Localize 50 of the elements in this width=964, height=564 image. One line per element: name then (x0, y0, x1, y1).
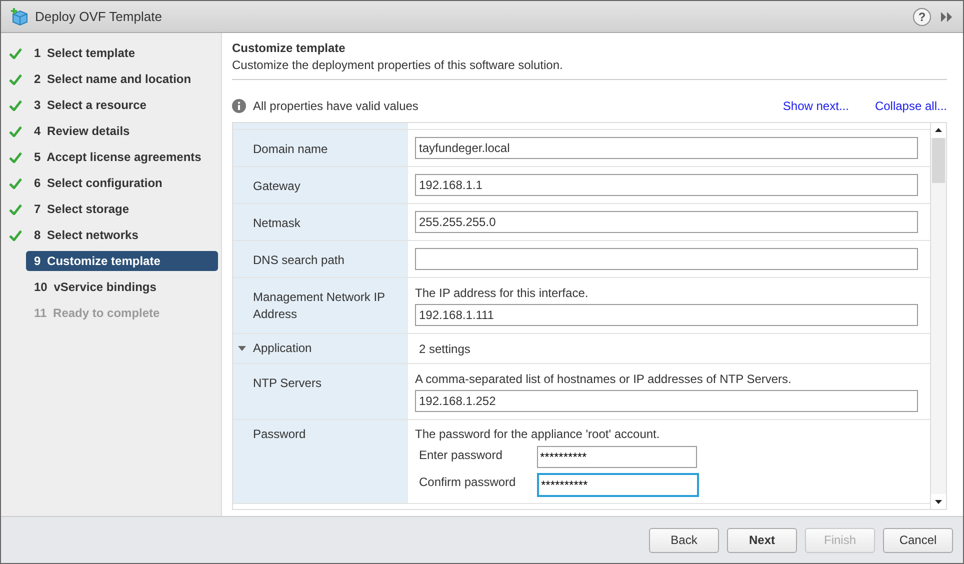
wizard-step[interactable]: 8 Select networks (26, 225, 218, 245)
scroll-up-icon[interactable] (931, 123, 946, 138)
wizard-step[interactable]: 9 Customize template (26, 251, 218, 271)
password-field[interactable]: ********** (537, 473, 699, 497)
property-label: NTP Servers (253, 375, 322, 392)
input-field[interactable]: 255.255.255.0 (415, 211, 918, 233)
input-field[interactable]: 192.168.1.1 (415, 174, 918, 196)
caret-icon[interactable] (238, 346, 246, 351)
input-field[interactable]: 192.168.1.252 (415, 390, 918, 412)
wizard-button[interactable]: Next (727, 528, 797, 552)
wizard-button[interactable]: Cancel (883, 528, 953, 552)
help-button[interactable]: ? (913, 8, 931, 26)
wizard-step[interactable]: 3 Select a resource (26, 95, 218, 115)
wizard-step[interactable]: 7 Select storage (26, 199, 218, 219)
property-label: DNS search path (253, 252, 344, 269)
status-message: All properties have valid values (253, 99, 418, 113)
wizard-step[interactable]: 2 Select name and location (26, 69, 218, 89)
window-title: Deploy OVF Template (35, 9, 162, 24)
page-title: Customize template (232, 41, 346, 55)
scrollbar[interactable] (930, 123, 946, 509)
group-summary: 2 settings (419, 342, 472, 356)
property-label: Netmask (253, 215, 300, 232)
wizard-step[interactable]: 5 Accept license agreements (26, 147, 218, 167)
input-field[interactable] (415, 248, 918, 270)
input-field[interactable]: tayfundeger.local (415, 137, 918, 159)
info-icon (232, 99, 246, 113)
link[interactable]: Show next... (782, 99, 849, 113)
cube-icon (11, 8, 29, 26)
expand-icon[interactable] (941, 12, 953, 22)
link[interactable]: Collapse all... (874, 99, 947, 113)
field-label: Enter password (419, 447, 504, 462)
property-label: Password (253, 426, 306, 443)
property-label: Management Network IP Address (253, 289, 386, 323)
password-field[interactable]: ********** (537, 446, 697, 468)
field-label: Confirm password (419, 474, 517, 489)
wizard-step[interactable]: 10 vService bindings (26, 277, 218, 297)
wizard-step[interactable]: 6 Select configuration (26, 173, 218, 193)
input-field[interactable]: 192.168.1.111 (415, 304, 918, 326)
scroll-thumb[interactable] (932, 138, 945, 183)
group-label: Application (253, 340, 312, 357)
property-label: Domain name (253, 141, 328, 158)
page-subtitle: Customize the deployment properties of this software solution. (232, 58, 947, 80)
wizard-step[interactable]: 1 Select template (26, 43, 218, 63)
property-description: A comma-separated list of hostnames or IP addresses of NTP Servers. (415, 371, 792, 386)
wizard-button[interactable]: Back (649, 528, 719, 552)
property-description: The password for the appliance 'root' account. (415, 426, 661, 441)
scroll-down-icon[interactable] (931, 494, 946, 509)
property-description: The IP address for this interface. (415, 285, 590, 300)
wizard-step[interactable]: 4 Review details (26, 121, 218, 141)
property-label: Gateway (253, 178, 300, 195)
